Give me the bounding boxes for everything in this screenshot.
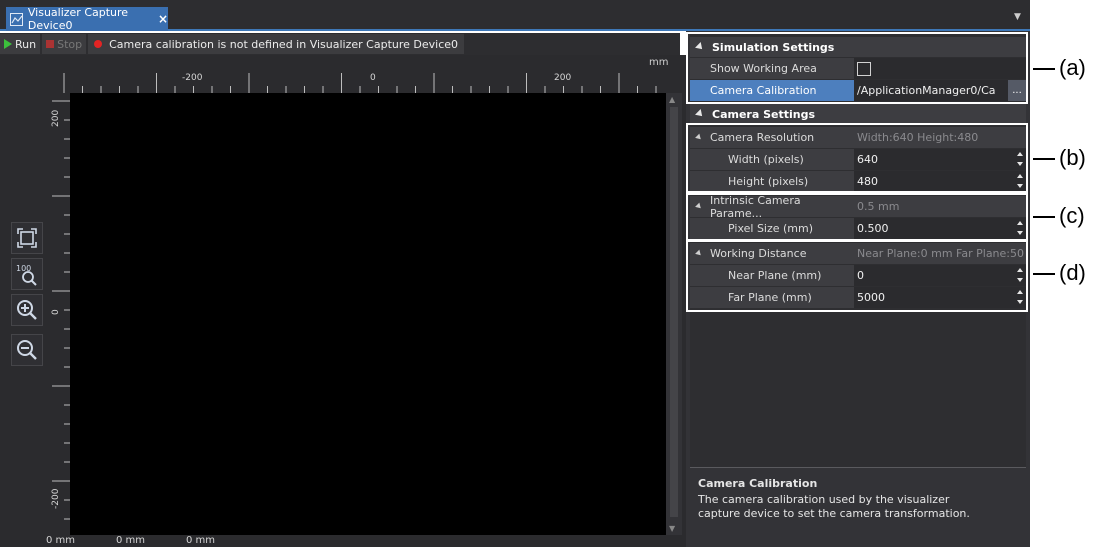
fit-to-window-icon[interactable] (11, 222, 43, 254)
chevron-down-icon[interactable]: ▼ (1014, 12, 1021, 22)
coord-readout: 0 mm (186, 535, 216, 546)
annotation-leader (1033, 273, 1055, 275)
annotation-box-c (686, 193, 1028, 241)
horizontal-ruler: -200 0 200 (63, 73, 657, 93)
close-icon[interactable]: × (158, 12, 168, 26)
play-icon (4, 39, 12, 49)
stop-button[interactable]: Stop (42, 34, 87, 54)
category-camera-settings[interactable]: Camera Settings (690, 104, 1026, 124)
annotation-leader (1033, 158, 1055, 160)
category-title: Camera Settings (712, 107, 816, 121)
run-button-label: Run (15, 37, 37, 51)
zoom-in-icon[interactable] (11, 294, 43, 326)
zoom-out-icon[interactable] (11, 334, 43, 366)
v-tick-label: -200 (51, 488, 61, 509)
annotation-label-a: (a) (1059, 55, 1086, 80)
property-description: Camera Calibration The camera calibratio… (694, 473, 1024, 543)
camera-view-canvas[interactable] (70, 93, 666, 535)
error-dot-icon (94, 40, 103, 48)
viewport-scrollbar[interactable]: ▲ ▼ (666, 93, 682, 535)
status-message: Camera calibration is not defined in Vis… (88, 34, 465, 54)
h-tick-label: 0 (370, 73, 376, 83)
scroll-up-icon[interactable]: ▲ (669, 95, 675, 104)
zoom-100-icon[interactable]: 100 (11, 258, 43, 290)
description-separator (690, 467, 1026, 468)
coord-readout: 0 mm (46, 535, 76, 546)
annotation-label-c: (c) (1059, 203, 1085, 228)
annotation-box-a (686, 32, 1028, 104)
tab-title: Visualizer Capture Device0 (27, 6, 129, 32)
annotation-leader (1033, 68, 1055, 70)
visualizer-icon (10, 12, 23, 26)
annotation-leader (1033, 216, 1055, 218)
annotation-box-b (686, 123, 1028, 193)
annotation-label-b: (b) (1059, 145, 1086, 170)
h-tick-label: -200 (182, 73, 203, 83)
stop-icon (46, 40, 55, 48)
annotation-label-d: (d) (1059, 260, 1086, 285)
description-title: Camera Calibration (698, 477, 818, 490)
h-tick-label: 200 (554, 73, 571, 83)
tab-visualizer-capture-device[interactable]: Visualizer Capture Device0 × (6, 6, 168, 32)
description-body: The camera calibration used by the visua… (698, 493, 970, 520)
expand-triangle-icon[interactable] (695, 109, 705, 119)
v-tick-label: 0 (51, 309, 61, 315)
ruler-unit-label: mm (649, 57, 669, 68)
coord-readout: 0 mm (116, 535, 146, 546)
scrollbar-thumb[interactable] (670, 107, 678, 517)
stop-button-label: Stop (57, 37, 83, 51)
v-tick-label: 200 (51, 110, 61, 127)
scroll-down-icon[interactable]: ▼ (669, 524, 675, 533)
vertical-ruler: 200 0 -200 (51, 100, 70, 520)
viewport-toolbar: Run Stop Camera calibration is not defin… (0, 33, 680, 55)
run-button[interactable]: Run (0, 34, 41, 54)
status-message-text: Camera calibration is not defined in Vis… (109, 37, 459, 51)
annotation-box-d (686, 240, 1028, 312)
